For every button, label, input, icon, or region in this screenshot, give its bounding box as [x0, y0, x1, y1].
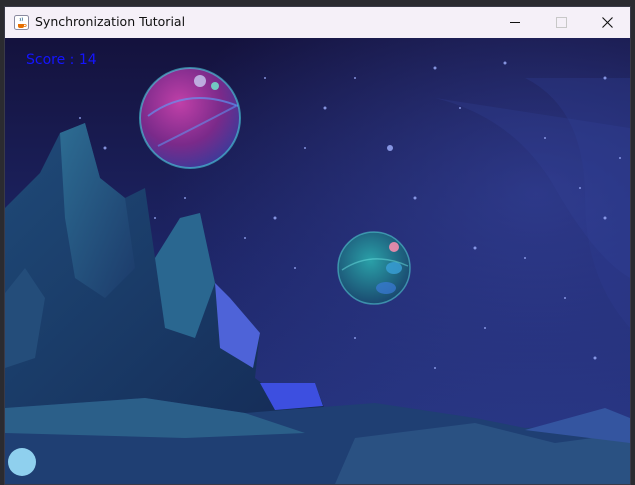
window-title: Synchronization Tutorial: [35, 14, 186, 29]
java-app-icon: [14, 15, 29, 30]
game-canvas[interactable]: Score : 14: [5, 38, 630, 484]
close-icon: [601, 17, 613, 28]
teal-planet: [337, 231, 411, 305]
title-bar[interactable]: Synchronization Tutorial: [5, 7, 630, 38]
maximize-button[interactable]: [538, 7, 584, 38]
player-ball[interactable]: [8, 448, 36, 476]
magenta-planet: [139, 67, 241, 169]
score-label: Score : 14: [26, 52, 97, 68]
close-button[interactable]: [584, 7, 630, 38]
minimize-button[interactable]: [492, 7, 538, 38]
maximize-icon: [555, 17, 567, 28]
space-background: [5, 38, 630, 484]
minimize-icon: [510, 22, 520, 23]
app-window: Synchronization Tutorial Score: 14: [5, 7, 630, 484]
